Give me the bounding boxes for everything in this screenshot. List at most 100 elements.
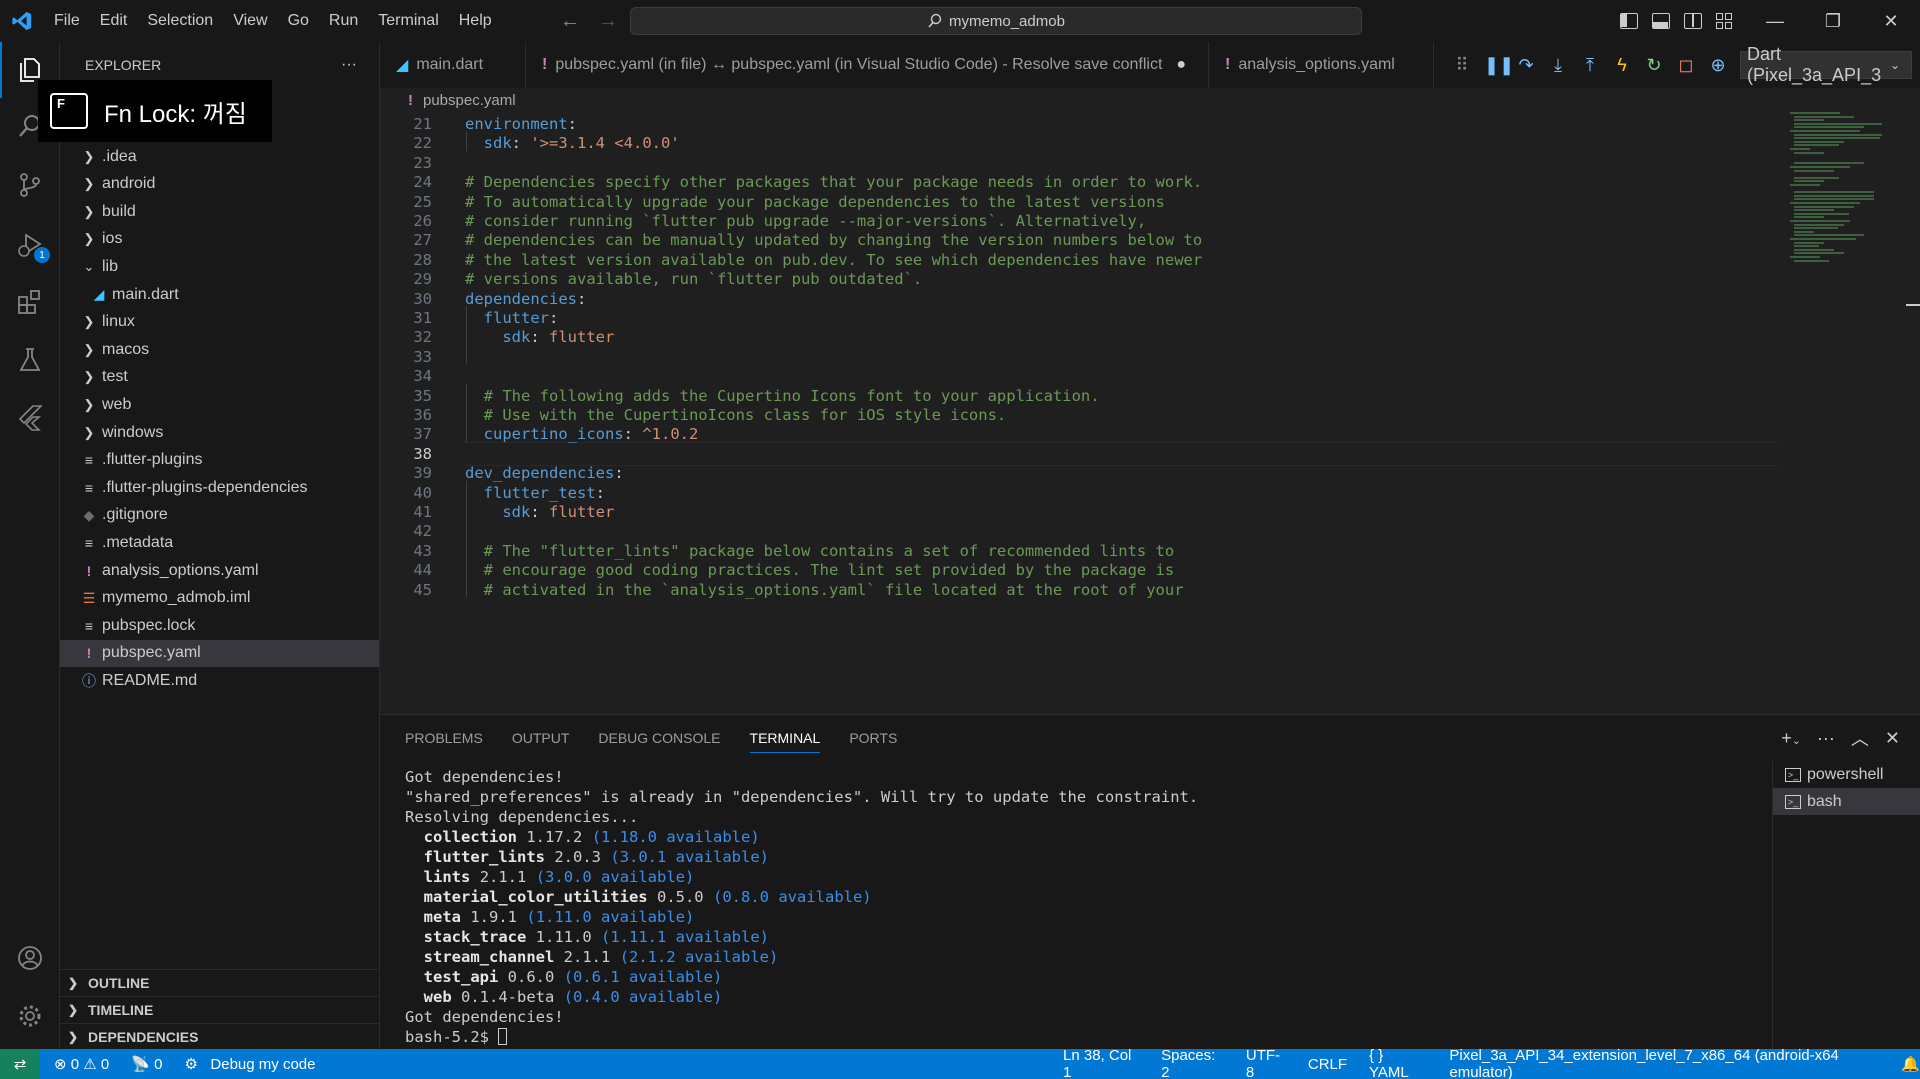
tree-item[interactable]: ❯ android <box>60 171 379 198</box>
tab-main-dart[interactable]: ◢ main.dart <box>380 42 526 88</box>
language-mode[interactable]: { } YAML <box>1369 1047 1427 1079</box>
pause-icon[interactable]: ❚❚ <box>1484 55 1514 76</box>
tree-item[interactable]: ❯ ios <box>60 226 379 253</box>
customize-layout-icon[interactable] <box>1716 13 1734 29</box>
menu-terminal[interactable]: Terminal <box>368 0 448 42</box>
extensions-icon[interactable] <box>0 274 60 330</box>
flutter-icon[interactable] <box>0 389 60 445</box>
indentation[interactable]: Spaces: 2 <box>1161 1047 1224 1079</box>
minimap-line <box>1790 184 1820 186</box>
minimap-line <box>1794 126 1864 129</box>
unsaved-dot-icon[interactable]: ● <box>1176 56 1186 74</box>
encoding[interactable]: UTF-8 <box>1246 1047 1286 1079</box>
menu-file[interactable]: File <box>44 0 90 42</box>
tree-item[interactable]: ≡ .flutter-plugins-dependencies <box>60 474 379 501</box>
tab-problems[interactable]: PROBLEMS <box>405 730 483 746</box>
source-control-icon[interactable] <box>0 157 60 213</box>
menu-go[interactable]: Go <box>278 0 319 42</box>
tree-item[interactable]: ❯ linux <box>60 309 379 336</box>
terminal-cursor <box>498 1028 508 1045</box>
tree-item[interactable]: ⌄ lib <box>60 253 379 280</box>
close-panel-icon[interactable]: ✕ <box>1885 728 1900 749</box>
minimize-icon[interactable]: — <box>1746 0 1804 42</box>
new-terminal-icon[interactable]: +⌄ <box>1781 728 1801 749</box>
tab-output[interactable]: OUTPUT <box>512 730 570 746</box>
stop-icon[interactable]: ◻ <box>1676 55 1696 76</box>
section-outline[interactable]: ❯ OUTLINE <box>60 969 379 996</box>
more-actions-icon[interactable]: ··· <box>341 56 357 74</box>
scrollbar-marker[interactable] <box>1906 304 1920 306</box>
step-over-icon[interactable]: ↷ <box>1516 55 1536 76</box>
tree-item[interactable]: ≡ .metadata <box>60 529 379 556</box>
restart-icon[interactable]: ↻ <box>1644 55 1664 76</box>
section-dependencies[interactable]: ❯ DEPENDENCIES <box>60 1023 379 1050</box>
tree-item[interactable]: ❯ web <box>60 391 379 418</box>
devtools-search-icon[interactable]: ⊕ <box>1708 55 1728 76</box>
tab-ports[interactable]: PORTS <box>849 730 897 746</box>
menu-selection[interactable]: Selection <box>137 0 223 42</box>
device-selector[interactable]: Pixel_3a_API_34_extension_level_7_x86_64… <box>1449 1047 1879 1079</box>
maximize-icon[interactable]: ❐ <box>1804 0 1862 42</box>
tree-item[interactable]: ! pubspec.yaml <box>60 639 379 667</box>
section-timeline[interactable]: ❯ TIMELINE <box>60 996 379 1023</box>
cursor-position[interactable]: Ln 38, Col 1 <box>1063 1047 1139 1079</box>
terminal-item-powershell[interactable]: >_ powershell <box>1773 761 1920 788</box>
tree-item[interactable]: ≡ .flutter-plugins <box>60 447 379 474</box>
menu-help[interactable]: Help <box>449 0 502 42</box>
minimap-line <box>1794 119 1824 122</box>
menu-run[interactable]: Run <box>319 0 368 42</box>
end-of-line[interactable]: CRLF <box>1308 1056 1347 1073</box>
tab-analysis-options[interactable]: ! analysis_options.yaml <box>1209 42 1434 88</box>
settings-gear-icon[interactable] <box>0 988 60 1044</box>
testing-icon[interactable] <box>0 332 60 388</box>
terminal-prompt-line[interactable]: bash-5.2$ <box>405 1027 1745 1047</box>
tree-item[interactable]: ! analysis_options.yaml <box>60 557 379 584</box>
tree-item[interactable]: ❯ macos <box>60 336 379 363</box>
nav-arrows: ← → <box>560 0 618 42</box>
tab-debug-console[interactable]: DEBUG CONSOLE <box>598 730 720 746</box>
close-icon[interactable]: ✕ <box>1862 0 1920 42</box>
hot-reload-icon[interactable]: ϟ <box>1612 55 1632 76</box>
toggle-primary-sidebar-icon[interactable] <box>1620 13 1638 29</box>
tree-item[interactable]: ⓘ README.md <box>60 667 379 694</box>
forward-arrow-icon[interactable]: → <box>598 10 618 33</box>
toggle-secondary-sidebar-icon[interactable] <box>1684 13 1702 29</box>
tab-resolve-conflict[interactable]: ! pubspec.yaml (in file) ↔ pubspec.yaml … <box>526 42 1209 88</box>
debug-target-select[interactable]: Dart (Pixel_3a_API_3 ⌄ <box>1740 44 1912 85</box>
tree-item[interactable]: ☰ mymemo_admob.iml <box>60 585 379 612</box>
debug-status[interactable]: ⚙ Debug my code <box>184 1055 315 1073</box>
tree-item[interactable]: ◆ .gitignore <box>60 502 379 529</box>
more-actions-icon[interactable]: ··· <box>1817 728 1835 749</box>
run-debug-icon[interactable]: 1 <box>0 217 60 273</box>
tree-item[interactable]: ≡ pubspec.lock <box>60 612 379 639</box>
minimap-line <box>1794 169 1834 172</box>
ports-status[interactable]: 📡 0 <box>131 1055 162 1073</box>
tree-item[interactable]: ◢ main.dart <box>60 281 379 308</box>
drag-handle-icon[interactable]: ⠿ <box>1452 55 1472 76</box>
step-into-icon[interactable]: ⤓ <box>1548 55 1568 76</box>
terminal-output[interactable]: Got dependencies! "shared_preferences" is… <box>405 767 1745 1047</box>
notifications-icon[interactable]: 🔔 <box>1901 1055 1920 1073</box>
terminal-item-bash[interactable]: >_ bash <box>1773 788 1920 815</box>
tree-item[interactable]: ❯ .idea <box>60 143 379 170</box>
minimap[interactable] <box>1790 112 1910 272</box>
accounts-icon[interactable] <box>0 930 60 986</box>
code-editor[interactable]: 21 environment: 22 sdk: '>=3.1.4 <4.0.0' 23… <box>380 112 1780 714</box>
remote-icon[interactable]: ⇄ <box>0 1049 40 1079</box>
menu-edit[interactable]: Edit <box>90 0 138 42</box>
command-center-search[interactable]: mymemo_admob <box>630 7 1362 35</box>
minimap-line <box>1790 112 1840 114</box>
tree-item[interactable]: ❯ test <box>60 364 379 391</box>
step-out-icon[interactable]: ⤒ <box>1580 55 1600 76</box>
back-arrow-icon[interactable]: ← <box>560 10 580 33</box>
tree-item[interactable]: ❯ build <box>60 198 379 225</box>
problems-status[interactable]: ⊗ 0 ⚠ 0 <box>54 1055 109 1073</box>
tree-item[interactable]: ❯ windows <box>60 419 379 446</box>
breadcrumb-file[interactable]: pubspec.yaml <box>423 92 516 109</box>
toggle-panel-icon[interactable] <box>1652 13 1670 29</box>
minimap-line <box>1790 256 1820 258</box>
tree-item-label: .metadata <box>102 533 174 551</box>
maximize-panel-icon[interactable]: ︿ <box>1851 725 1869 751</box>
tab-terminal[interactable]: TERMINAL <box>749 723 821 753</box>
menu-view[interactable]: View <box>223 0 277 42</box>
